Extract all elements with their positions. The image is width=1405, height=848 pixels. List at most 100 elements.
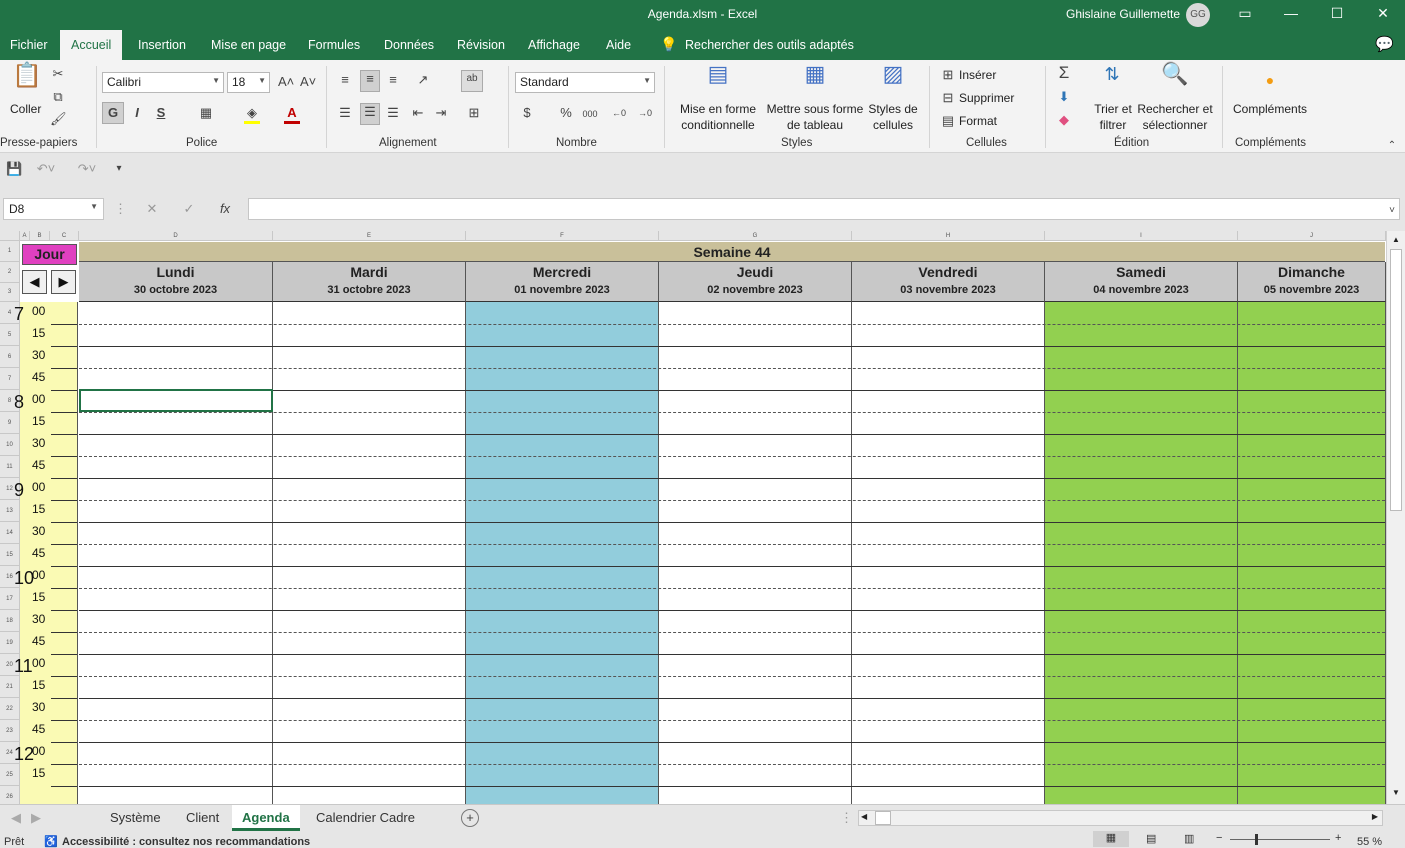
tab-aide[interactable]: Aide [606,38,631,52]
maximize-icon[interactable]: ☐ [1323,2,1351,26]
align-middle-icon[interactable]: ≡ [360,70,380,92]
sheet-tab[interactable]: Système [110,810,161,825]
row-header[interactable]: 6 [0,346,20,368]
autosum-icon[interactable]: Σ [1055,64,1073,81]
column-header[interactable]: F [466,231,659,241]
row-header[interactable]: 17 [0,588,20,610]
cut-icon[interactable]: ✂ [50,66,66,82]
percent-button[interactable]: % [558,105,574,121]
page-layout-icon[interactable]: ▤ [1146,832,1156,845]
align-bottom-icon[interactable]: ≡ [385,72,401,88]
day-column[interactable] [1045,302,1238,804]
page-break-icon[interactable]: ▥ [1184,832,1194,845]
row-header[interactable]: 2 [0,262,20,283]
row-header[interactable]: 14 [0,522,20,544]
clear-icon[interactable]: ◆ [1055,112,1073,128]
scroll-thumb[interactable] [1390,249,1402,511]
formula-input[interactable] [248,198,1400,220]
column-header[interactable]: I [1045,231,1238,241]
select-all-corner[interactable] [0,231,20,241]
name-box[interactable]: D8 ▼ [3,198,104,220]
sheet-tab[interactable]: Client [186,810,219,825]
fill-color-icon[interactable]: ◈ [244,105,260,124]
tab-affichage[interactable]: Affichage [528,38,580,52]
row-header[interactable]: 7 [0,368,20,390]
row-header[interactable]: 9 [0,412,20,434]
column-header[interactable]: J [1238,231,1386,241]
conditional-format-icon[interactable]: ▤ [704,63,732,96]
search-tools[interactable]: Rechercher des outils adaptés [685,38,854,52]
normal-view-icon[interactable]: ▦ [1093,831,1129,847]
font-name-select[interactable]: Calibri ▼ [102,72,224,93]
user-name[interactable]: Ghislaine Guillemette [1066,7,1180,21]
paste-button[interactable]: Coller [10,102,41,116]
font-color-icon[interactable]: A [284,105,300,124]
insert-button[interactable]: Insérer [959,68,996,82]
row-header[interactable]: 10 [0,434,20,456]
hscroll-thumb[interactable] [875,811,891,825]
zoom-out-icon[interactable]: − [1216,832,1222,844]
day-column[interactable] [1238,302,1386,804]
format-as-table-button[interactable]: Mettre sous forme de tableau [764,101,866,133]
format-button[interactable]: Format [959,114,997,128]
scroll-up-icon[interactable]: ▲ [1390,235,1402,247]
decrease-decimal-icon[interactable]: →0 [636,105,654,121]
column-header[interactable]: D [79,231,273,241]
next-week-button[interactable]: ▶ [51,270,76,294]
accessibility-status[interactable]: Accessibilité : consultez nos recommanda… [62,836,310,848]
column-header[interactable]: A [20,231,30,241]
scroll-right-icon[interactable]: ▶ [1372,812,1378,821]
delete-button[interactable]: Supprimer [959,91,1014,105]
day-column[interactable] [273,302,466,804]
align-center-icon[interactable]: ☰ [360,103,380,125]
row-header[interactable]: 15 [0,544,20,566]
next-sheet-icon[interactable]: ▶ [30,810,42,826]
cell-styles-button[interactable]: Styles de cellules [866,101,920,133]
delete-cells-icon[interactable]: ⊟ [940,90,956,106]
number-format-select[interactable]: Standard ▼ [515,72,655,93]
column-header[interactable]: H [852,231,1045,241]
font-size-select[interactable]: 18 ▼ [227,72,270,93]
collapse-ribbon-icon[interactable]: ⌃ [1386,138,1398,154]
row-header[interactable]: 13 [0,500,20,522]
insert-cells-icon[interactable]: ⊞ [940,67,956,83]
cancel-icon[interactable]: ✕ [145,201,159,217]
decrease-indent-icon[interactable]: ⇤ [410,105,426,121]
row-header[interactable]: 25 [0,764,20,786]
tab-mise-en-page[interactable]: Mise en page [211,38,286,52]
column-header[interactable]: E [273,231,466,241]
sheet-tab[interactable]: Agenda [232,805,300,831]
prev-sheet-icon[interactable]: ◀ [10,810,22,826]
find-select-icon[interactable]: 🔍 [1161,63,1189,96]
tab-donnees[interactable]: Données [384,38,434,52]
zoom-slider-thumb[interactable] [1255,834,1258,845]
expand-formula-icon[interactable]: ˅ [1386,203,1398,219]
zoom-slider[interactable] [1230,839,1330,840]
day-column[interactable] [466,302,659,804]
undo-icon[interactable]: ↶˅ [34,161,58,177]
row-header[interactable]: 3 [0,283,20,302]
merge-center-icon[interactable]: ⊞ [465,105,483,121]
selected-cell[interactable] [79,389,273,412]
column-header[interactable]: G [659,231,852,241]
cell-styles-icon[interactable]: ▨ [879,63,907,96]
row-header[interactable]: 19 [0,632,20,654]
tab-insertion[interactable]: Insertion [138,38,186,52]
currency-icon[interactable]: $ [520,105,534,121]
redo-icon[interactable]: ↷˅ [72,161,102,177]
row-header[interactable]: 22 [0,698,20,720]
row-header[interactable]: 23 [0,720,20,742]
sort-filter-button[interactable]: Trier et filtrer [1090,101,1136,133]
align-left-icon[interactable]: ☰ [337,105,353,121]
add-sheet-icon[interactable]: + [461,809,479,827]
conditional-format-button[interactable]: Mise en forme conditionnelle [673,101,763,133]
row-header[interactable]: 21 [0,676,20,698]
italic-button[interactable]: I [130,105,144,121]
save-icon[interactable]: 💾 [6,161,22,177]
shrink-font-icon[interactable]: A˅ [300,74,316,90]
row-header[interactable]: 18 [0,610,20,632]
insert-function-icon[interactable]: fx [217,201,233,217]
format-painter-icon[interactable]: 🖌 [50,111,67,127]
bold-button[interactable]: G [102,102,124,124]
fill-icon[interactable]: ⬇ [1055,89,1073,105]
